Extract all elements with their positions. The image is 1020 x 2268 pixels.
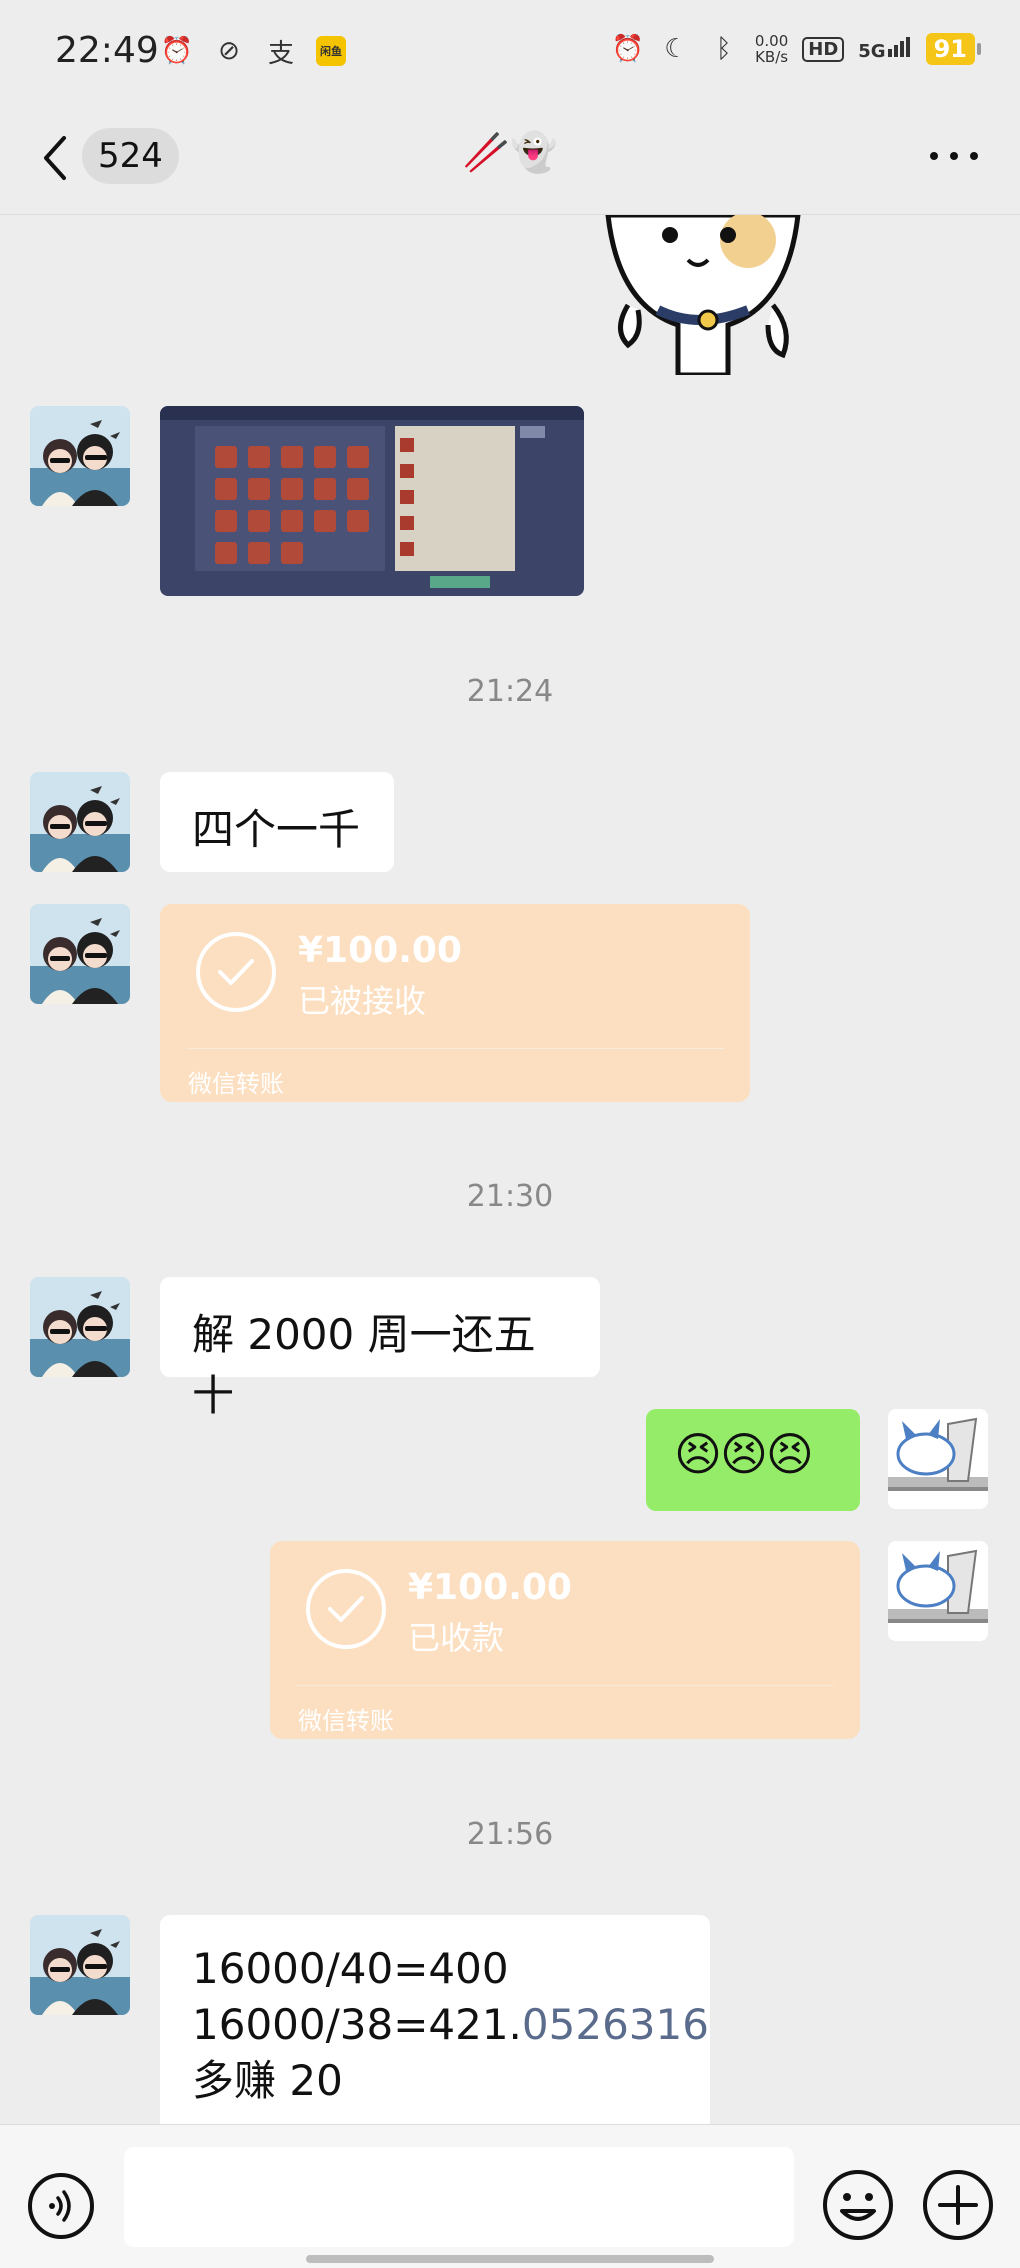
my-avatar[interactable] xyxy=(888,1541,988,1641)
transfer-source: 微信转账 xyxy=(188,1070,284,1098)
network-speed-unit: KB/s xyxy=(755,48,789,66)
status-bar: 22:49 ⏰ ⊘ 支 闲鱼 ⏰ ☾ ᛒ 0.00 KB/s HD 5G 91 xyxy=(0,0,1020,110)
alarm-icon: ⏰ xyxy=(611,34,645,64)
contact-avatar[interactable] xyxy=(30,406,130,506)
alarm-icon: ⏰ xyxy=(160,36,194,66)
transfer-divider xyxy=(296,1685,834,1686)
notification-icons: ⏰ ⊘ 支 闲鱼 xyxy=(160,34,346,69)
avatar-image xyxy=(30,1277,130,1377)
transfer-status: 已收款 xyxy=(408,1619,505,1657)
calc-text: 16000/38=421. xyxy=(192,2000,522,2049)
transfer-source: 微信转账 xyxy=(298,1707,394,1735)
transfer-card-sent[interactable]: ¥100.00 已收款 微信转账 xyxy=(270,1541,860,1739)
avatar-image xyxy=(888,1541,988,1641)
link-icon: ⊘ xyxy=(218,36,240,66)
number-link[interactable]: 0526316 xyxy=(522,2000,709,2049)
emoji-text: 😣😣😣 xyxy=(674,1427,814,1481)
message-text-line: 多赚 20 xyxy=(192,2056,343,2105)
contact-avatar[interactable] xyxy=(30,1277,130,1377)
contact-avatar[interactable] xyxy=(30,772,130,872)
network-speed-value: 0.00 xyxy=(754,32,789,50)
timestamp: 21:30 xyxy=(466,1179,554,1214)
transfer-divider xyxy=(186,1048,724,1049)
avatar-image xyxy=(30,1915,130,2015)
my-avatar[interactable] xyxy=(888,1409,988,1509)
system-icons: ⏰ ☾ ᛒ 0.00 KB/s HD 5G 91 xyxy=(611,32,982,66)
avatar-image xyxy=(30,406,130,506)
more-icon[interactable] xyxy=(924,136,984,176)
sent-message-bubble[interactable]: 😣😣😣 xyxy=(646,1409,860,1511)
timestamp: 21:56 xyxy=(466,1817,554,1852)
received-message-bubble[interactable]: 四个一千 xyxy=(160,772,394,872)
bluetooth-icon: ᛒ xyxy=(716,34,732,64)
game-screenshot-image[interactable] xyxy=(160,406,584,596)
avatar-image xyxy=(888,1409,988,1509)
message-text-line: 16000/40=400 xyxy=(192,1944,509,1993)
avatar-image xyxy=(30,772,130,872)
network-type: 5G xyxy=(858,40,886,62)
transfer-amount: ¥100.00 xyxy=(298,930,462,971)
signal-icon: 5G xyxy=(858,36,912,62)
message-input[interactable] xyxy=(124,2147,794,2247)
battery-indicator: 91 xyxy=(925,33,982,65)
message-text-line: 16000/38=421.0526316 xyxy=(192,1997,709,2053)
received-message-bubble[interactable]: 解 2000 周一还五十 xyxy=(160,1277,600,1420)
screenshot-content xyxy=(160,406,584,596)
signal-bars-icon xyxy=(887,36,912,62)
timestamp: 21:24 xyxy=(466,674,554,709)
hd-icon: HD xyxy=(802,36,845,62)
app-icon: 闲鱼 xyxy=(316,36,346,66)
alipay-icon: 支 xyxy=(267,38,294,69)
input-bar xyxy=(0,2124,1020,2268)
emoji-icon[interactable] xyxy=(820,2167,896,2243)
chat-header: 524 🥢👻 xyxy=(0,110,1020,215)
check-circle-icon xyxy=(306,1569,386,1649)
voice-icon[interactable] xyxy=(26,2171,96,2241)
avatar-image xyxy=(30,904,130,1004)
check-icon xyxy=(218,959,254,985)
chat-title: 🥢👻 xyxy=(462,130,558,174)
transfer-card-received[interactable]: ¥100.00 已被接收 微信转账 xyxy=(160,904,750,1102)
plus-icon[interactable] xyxy=(920,2167,996,2243)
contact-avatar[interactable] xyxy=(30,904,130,1004)
check-icon xyxy=(328,1596,364,1622)
transfer-status: 已被接收 xyxy=(298,982,427,1020)
transfer-amount: ¥100.00 xyxy=(408,1567,572,1608)
home-indicator[interactable] xyxy=(306,2255,714,2263)
status-time: 22:49 xyxy=(55,30,159,71)
message-text: 四个一千 xyxy=(192,805,361,854)
check-circle-icon xyxy=(196,932,276,1012)
network-speed: 0.00 KB/s xyxy=(755,33,788,65)
message-text: 解 2000 周一还五十 xyxy=(192,1310,536,1420)
received-message-bubble[interactable]: 16000/40=400 16000/38=421.0526316 多赚 20 xyxy=(160,1915,710,2124)
contact-avatar[interactable] xyxy=(30,1915,130,2015)
dog-sticker[interactable] xyxy=(598,215,808,375)
moon-icon: ☾ xyxy=(664,34,688,64)
